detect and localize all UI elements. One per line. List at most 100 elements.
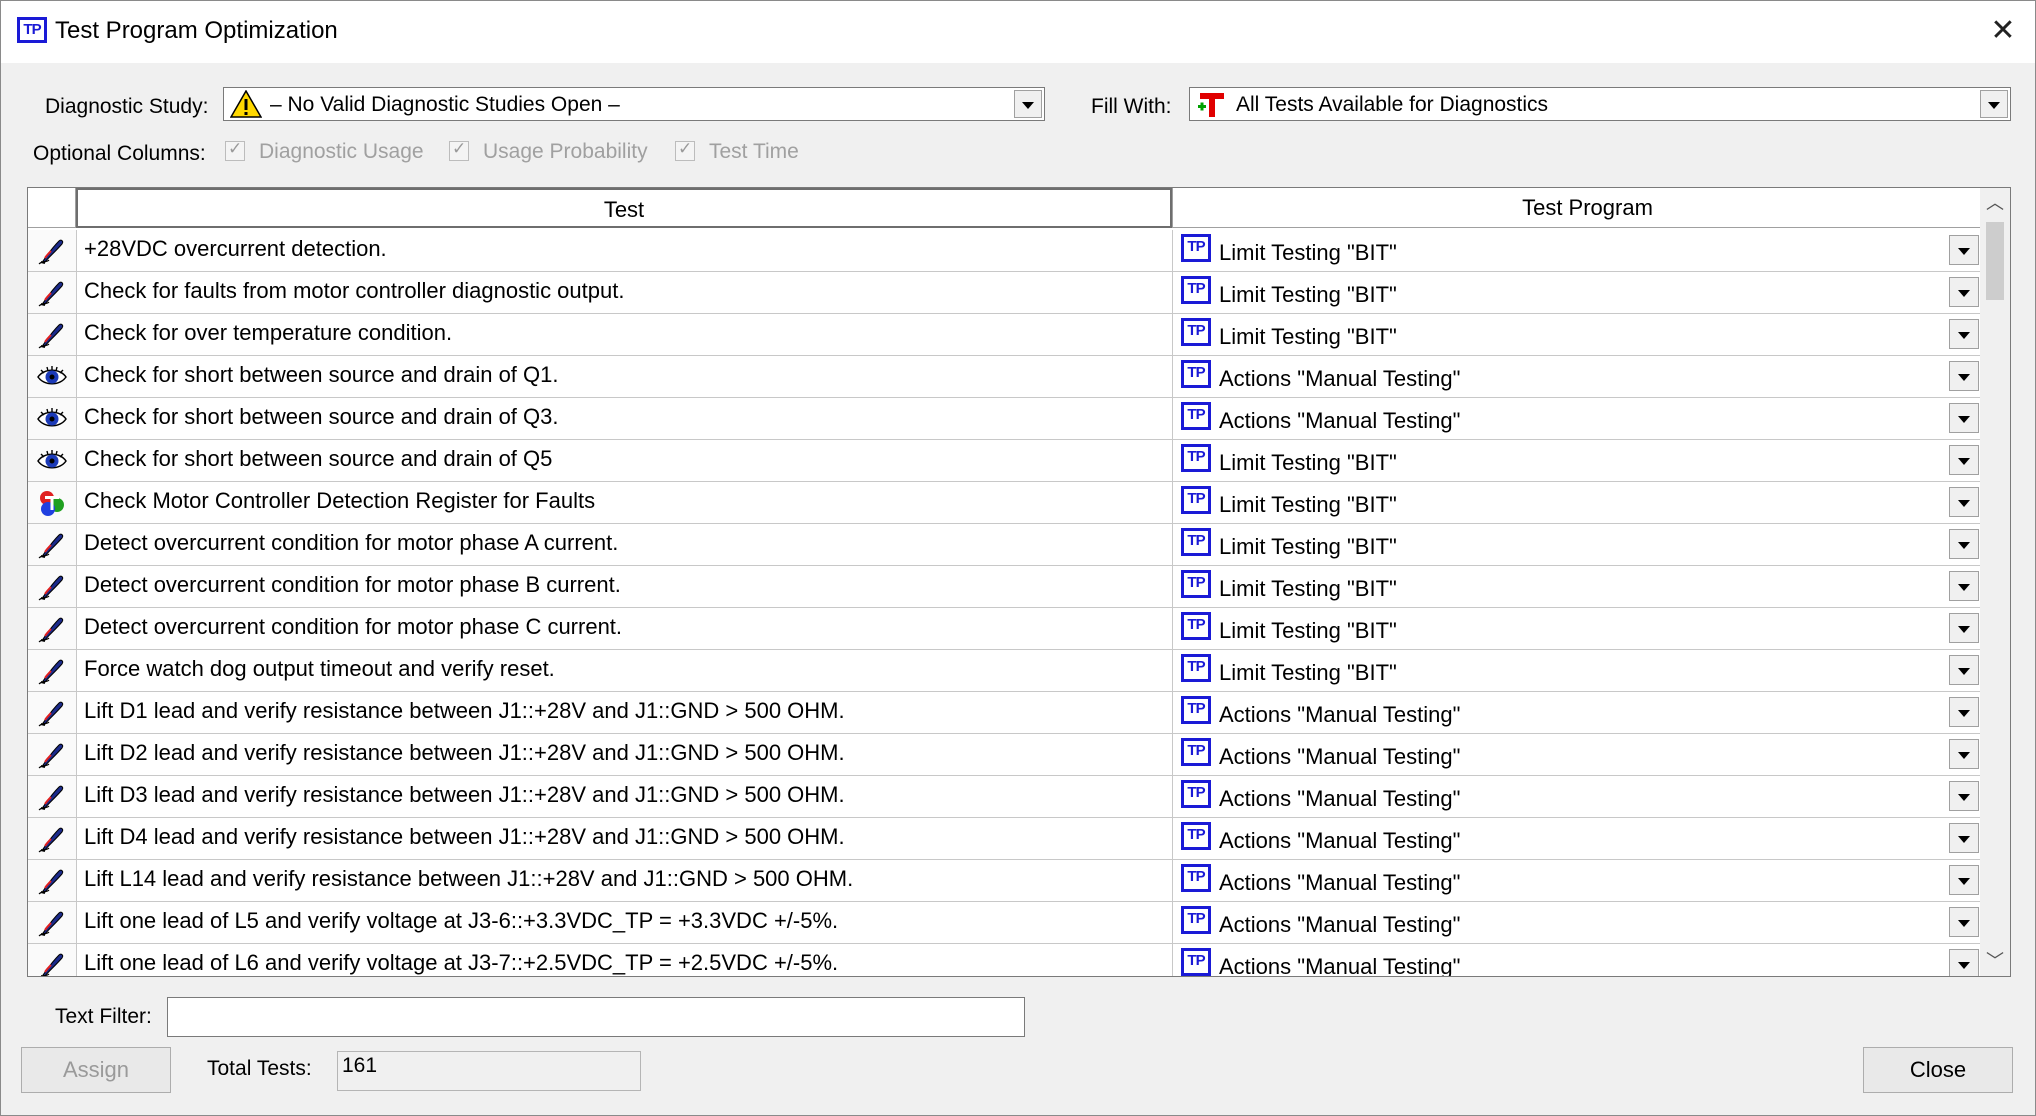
table-row[interactable]: Lift one lead of L6 and verify voltage a… <box>28 944 1981 976</box>
scrollbar-thumb[interactable] <box>1986 222 2004 300</box>
table-row[interactable]: Check Motor Controller Detection Registe… <box>28 482 1980 524</box>
test-program-combobox[interactable]: TP Limit Testing "BIT" <box>1172 314 1981 355</box>
usage-probability-checkbox[interactable] <box>449 139 469 161</box>
table-row[interactable]: Detect overcurrent condition for motor p… <box>28 566 1980 608</box>
chevron-down-icon[interactable] <box>1949 781 1979 811</box>
test-program-combobox[interactable]: TP Limit Testing "BIT" <box>1172 566 1981 607</box>
test-program-combobox[interactable]: TP Actions "Manual Testing" <box>1172 776 1981 817</box>
chevron-down-icon[interactable] <box>1949 319 1979 349</box>
test-program-value: Actions "Manual Testing" <box>1219 408 1461 433</box>
test-name: Force watch dog output timeout and verif… <box>84 656 555 681</box>
tp-icon: TP <box>1181 360 1211 388</box>
table-row[interactable]: Lift L14 lead and verify resistance betw… <box>28 860 1980 902</box>
test-name: +28VDC overcurrent detection. <box>84 236 387 261</box>
test-program-combobox[interactable]: TP Actions "Manual Testing" <box>1172 398 1981 439</box>
scroll-up-icon[interactable]: ︿ <box>1980 188 2010 218</box>
warning-icon <box>230 90 262 118</box>
scroll-down-icon[interactable]: ﹀ <box>1980 946 2010 976</box>
test-time-label: Test Time <box>709 140 799 163</box>
table-row[interactable]: Lift one lead of L5 and verify voltage a… <box>28 902 1980 944</box>
table-row[interactable]: Check for short between source and drain… <box>28 398 1980 440</box>
tp-icon: TP <box>1181 612 1211 640</box>
test-program-combobox[interactable]: TP Limit Testing "BIT" <box>1172 608 1981 649</box>
column-header-test-program[interactable]: Test Program <box>1172 188 2002 228</box>
chevron-down-icon[interactable] <box>1949 907 1979 937</box>
chevron-down-icon[interactable] <box>1949 487 1979 517</box>
tp-icon: TP <box>1181 906 1211 934</box>
test-program-value: Actions "Manual Testing" <box>1219 744 1461 769</box>
test-program-value: Limit Testing "BIT" <box>1219 324 1397 349</box>
test-program-combobox[interactable]: TP Limit Testing "BIT" <box>1172 482 1981 523</box>
chevron-down-icon[interactable] <box>1014 90 1042 118</box>
test-name: Check for over temperature condition. <box>84 320 453 345</box>
fill-with-value: All Tests Available for Diagnostics <box>1236 93 1549 116</box>
chevron-down-icon[interactable] <box>1949 403 1979 433</box>
test-program-combobox[interactable]: TP Limit Testing "BIT" <box>1172 650 1981 691</box>
test-program-combobox[interactable]: TP Limit Testing "BIT" <box>1172 230 1981 271</box>
row-icon-cell <box>28 734 77 775</box>
chevron-down-icon[interactable] <box>1949 823 1979 853</box>
fill-with-combobox[interactable]: All Tests Available for Diagnostics <box>1189 87 2011 121</box>
text-filter-input[interactable] <box>167 997 1025 1037</box>
row-icon-cell <box>28 860 77 901</box>
assign-button[interactable]: Assign <box>21 1047 171 1093</box>
table-row[interactable]: Lift D1 lead and verify resistance betwe… <box>28 692 1980 734</box>
chevron-down-icon[interactable] <box>1949 571 1979 601</box>
chevron-down-icon[interactable] <box>1949 529 1979 559</box>
diagnostic-usage-checkbox[interactable] <box>225 139 245 161</box>
chevron-down-icon[interactable] <box>1949 613 1979 643</box>
tp-icon: TP <box>1181 864 1211 892</box>
table-row[interactable]: Detect overcurrent condition for motor p… <box>28 524 1980 566</box>
test-program-combobox[interactable]: TP Actions "Manual Testing" <box>1172 734 1981 775</box>
test-program-combobox[interactable]: TP Actions "Manual Testing" <box>1172 818 1981 859</box>
chevron-down-icon[interactable] <box>1949 361 1979 391</box>
chevron-down-icon[interactable] <box>1949 739 1979 769</box>
table-row[interactable]: Detect overcurrent condition for motor p… <box>28 608 1980 650</box>
chevron-down-icon[interactable] <box>1949 949 1979 976</box>
test-name: Detect overcurrent condition for motor p… <box>84 530 619 555</box>
tp-icon: TP <box>1181 276 1211 304</box>
chevron-down-icon[interactable] <box>1949 697 1979 727</box>
total-tests-value: 161 <box>337 1051 641 1091</box>
test-program-combobox[interactable]: TP Actions "Manual Testing" <box>1172 902 1981 943</box>
table-row[interactable]: Check for faults from motor controller d… <box>28 272 1980 314</box>
table-row[interactable]: Force watch dog output timeout and verif… <box>28 650 1980 692</box>
chevron-down-icon[interactable] <box>1949 445 1979 475</box>
table-row[interactable]: Lift D2 lead and verify resistance betwe… <box>28 734 1980 776</box>
table-row[interactable]: Lift D3 lead and verify resistance betwe… <box>28 776 1980 818</box>
tp-icon: TP <box>1181 234 1211 262</box>
tp-icon: TP <box>1181 948 1211 976</box>
tp-icon: TP <box>1181 318 1211 346</box>
table-row[interactable]: +28VDC overcurrent detection. TP Limit Tes… <box>28 230 1980 272</box>
total-tests-label: Total Tests: <box>207 1057 312 1080</box>
row-icon-cell <box>28 902 77 943</box>
test-program-combobox[interactable]: TP Actions "Manual Testing" <box>1172 860 1981 901</box>
close-icon[interactable]: ✕ <box>1981 11 2025 51</box>
window-title: Test Program Optimization <box>55 17 338 44</box>
table-row[interactable]: Lift D4 lead and verify resistance betwe… <box>28 818 1980 860</box>
test-program-combobox[interactable]: TP Actions "Manual Testing" <box>1172 356 1981 397</box>
close-button[interactable]: Close <box>1863 1047 2013 1093</box>
chevron-down-icon[interactable] <box>1980 90 2008 118</box>
test-name: Lift L14 lead and verify resistance betw… <box>84 866 854 891</box>
chevron-down-icon[interactable] <box>1949 865 1979 895</box>
test-time-checkbox[interactable] <box>675 139 695 161</box>
table-row[interactable]: Check for over temperature condition. TP L… <box>28 314 1980 356</box>
test-program-combobox[interactable]: TP Limit Testing "BIT" <box>1172 272 1981 313</box>
diagnostic-study-combobox[interactable]: – No Valid Diagnostic Studies Open – <box>223 87 1045 121</box>
test-program-combobox[interactable]: TP Limit Testing "BIT" <box>1172 440 1981 481</box>
test-program-combobox[interactable]: TP Actions "Manual Testing" <box>1172 944 1981 976</box>
column-header-test[interactable]: Test <box>76 188 1172 228</box>
chevron-down-icon[interactable] <box>1949 235 1979 265</box>
tp-icon: TP <box>1181 654 1211 682</box>
test-program-value: Limit Testing "BIT" <box>1219 576 1397 601</box>
vertical-scrollbar[interactable]: ︿ ﹀ <box>1980 188 2010 976</box>
table-row[interactable]: Check for short between source and drain… <box>28 356 1980 398</box>
tp-icon: TP <box>1181 738 1211 766</box>
table-row[interactable]: Check for short between source and drain… <box>28 440 1980 482</box>
chevron-down-icon[interactable] <box>1949 277 1979 307</box>
test-program-combobox[interactable]: TP Actions "Manual Testing" <box>1172 692 1981 733</box>
test-name: Lift D2 lead and verify resistance betwe… <box>84 740 845 765</box>
chevron-down-icon[interactable] <box>1949 655 1979 685</box>
test-program-combobox[interactable]: TP Limit Testing "BIT" <box>1172 524 1981 565</box>
